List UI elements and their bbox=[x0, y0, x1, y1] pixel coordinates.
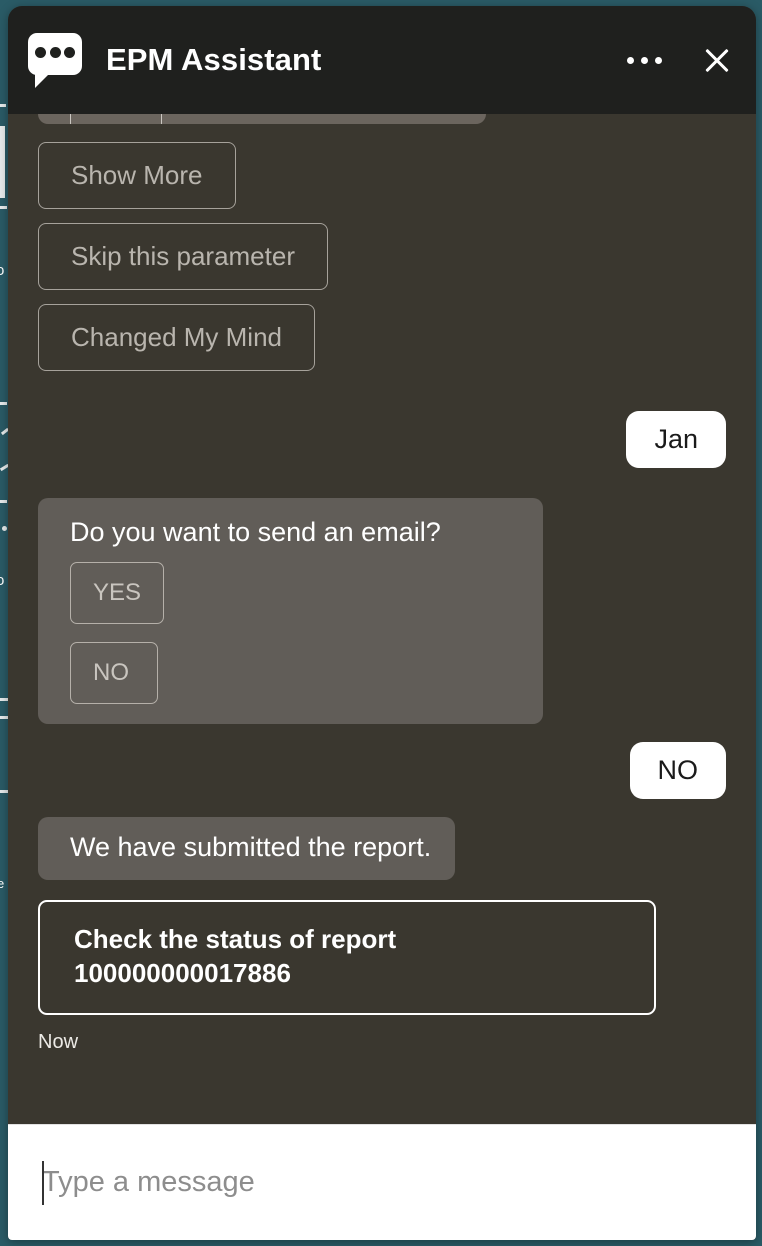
quick-reply-changed-my-mind[interactable]: Changed My Mind bbox=[38, 304, 315, 371]
quick-reply-show-more[interactable]: Show More bbox=[38, 142, 236, 209]
message-row-report-card: Check the status of report 1000000000178… bbox=[38, 880, 726, 1015]
email-prompt-question: Do you want to send an email? bbox=[70, 517, 441, 548]
bg-fragment bbox=[0, 402, 7, 405]
bg-fragment bbox=[0, 500, 7, 503]
user-message-bubble: Jan bbox=[626, 411, 726, 469]
message-row-user-email-reply: NO bbox=[38, 742, 726, 800]
quick-reply-row-skip: Skip this parameter bbox=[38, 223, 726, 304]
message-list[interactable]: Jul Show More Skip this parameter Change… bbox=[8, 114, 756, 1124]
bot-message-bubble-submitted: We have submitted the report. bbox=[38, 817, 456, 880]
quick-reply-skip-this-parameter[interactable]: Skip this parameter bbox=[38, 223, 328, 290]
message-composer bbox=[8, 1124, 756, 1240]
quick-reply-row-show-more: Show More bbox=[38, 142, 726, 223]
report-card-line2: 100000000017886 bbox=[74, 958, 291, 989]
message-row-timestamp: Now bbox=[38, 1015, 726, 1064]
user-message-bubble: NO bbox=[629, 742, 726, 800]
message-row-email-prompt: Do you want to send an email? YES NO bbox=[38, 498, 726, 725]
more-horizontal-icon[interactable] bbox=[625, 51, 664, 70]
option-button-no[interactable]: NO bbox=[70, 642, 158, 705]
chat-header: EPM Assistant bbox=[8, 6, 756, 114]
text-cursor bbox=[42, 1161, 44, 1205]
epm-assistant-chat-widget: EPM Assistant Jul Show More Skip this pa… bbox=[8, 6, 756, 1240]
option-button-yes[interactable]: YES bbox=[70, 562, 165, 625]
report-card-line1: Check the status of report bbox=[74, 923, 397, 954]
bot-message-bubble-email-prompt: Do you want to send an email? YES NO bbox=[38, 498, 543, 725]
header-actions bbox=[625, 43, 734, 77]
bg-fragment bbox=[0, 716, 8, 719]
close-x-icon[interactable] bbox=[700, 43, 734, 77]
message-timestamp: Now bbox=[38, 1030, 79, 1053]
report-status-card[interactable]: Check the status of report 1000000000178… bbox=[38, 899, 656, 1015]
message-row-user-month: Jan bbox=[38, 411, 726, 469]
bg-text-fragment: o bbox=[0, 262, 5, 279]
bg-fragment bbox=[0, 104, 6, 107]
bg-fragment bbox=[0, 698, 8, 701]
option-button-jul[interactable]: Jul bbox=[70, 114, 162, 124]
chat-bubble-dots-icon bbox=[28, 31, 86, 89]
bg-fragment bbox=[0, 126, 5, 198]
message-row-clipped: Jul bbox=[38, 114, 726, 142]
bg-fragment bbox=[0, 790, 8, 793]
message-input[interactable] bbox=[42, 1166, 722, 1199]
bg-fragment bbox=[0, 206, 7, 209]
page-title: EPM Assistant bbox=[106, 42, 322, 77]
message-row-submitted: We have submitted the report. bbox=[38, 817, 726, 880]
bg-fragment bbox=[2, 526, 7, 531]
clipped-bot-bubble: Jul bbox=[38, 114, 486, 124]
quick-reply-row-changed-mind: Changed My Mind bbox=[38, 304, 726, 385]
bg-text-fragment: o bbox=[0, 572, 5, 589]
